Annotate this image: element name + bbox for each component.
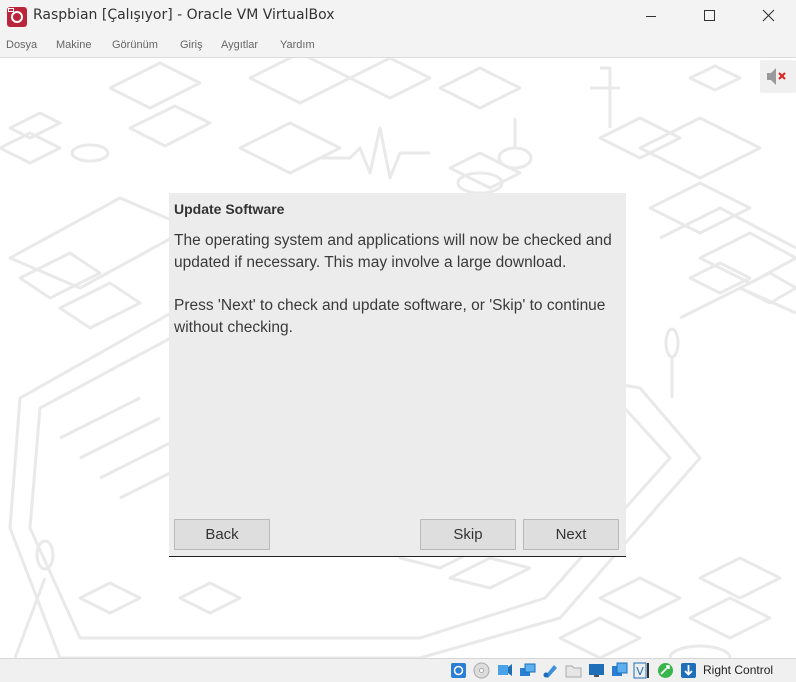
close-icon bbox=[762, 9, 775, 22]
host-key-arrow-icon[interactable] bbox=[680, 662, 697, 679]
skip-button[interactable]: Skip bbox=[420, 519, 516, 550]
svg-text:V: V bbox=[636, 665, 644, 678]
dialog-paragraph-1: The operating system and applications wi… bbox=[174, 232, 612, 271]
update-software-dialog: Update Software The operating system and… bbox=[169, 193, 626, 557]
guest-screen[interactable]: Update Software The operating system and… bbox=[0, 58, 796, 658]
back-button[interactable]: Back bbox=[174, 519, 270, 550]
shared-folders-icon[interactable] bbox=[565, 662, 582, 679]
menu-aygitlar[interactable]: Aygıtlar bbox=[221, 39, 258, 51]
host-key-label: Right Control bbox=[703, 663, 774, 677]
status-bar: V Right Control bbox=[0, 658, 796, 682]
minimize-button[interactable] bbox=[622, 0, 680, 33]
dialog-title: Update Software bbox=[174, 201, 285, 217]
title-bar[interactable]: Raspbian [Çalışıyor] - Oracle VM Virtual… bbox=[0, 0, 796, 33]
audio-icon[interactable] bbox=[496, 662, 513, 679]
usb-icon[interactable] bbox=[542, 662, 559, 679]
menu-giris[interactable]: Giriş bbox=[180, 39, 203, 51]
mouse-integration-icon[interactable] bbox=[657, 662, 674, 679]
network-icon[interactable] bbox=[519, 662, 536, 679]
optical-drive-icon[interactable] bbox=[473, 662, 490, 679]
dialog-paragraph-2: Press 'Next' to check and update softwar… bbox=[174, 297, 606, 336]
maximize-button[interactable] bbox=[680, 0, 738, 33]
maximize-icon bbox=[704, 10, 715, 21]
menu-gorunum[interactable]: Görünüm bbox=[112, 39, 158, 51]
next-button[interactable]: Next bbox=[523, 519, 619, 550]
hard-disk-icon[interactable] bbox=[450, 662, 467, 679]
close-button[interactable] bbox=[738, 0, 796, 33]
speaker-muted-icon bbox=[767, 68, 786, 85]
menu-makine[interactable]: Makine bbox=[56, 39, 91, 51]
audio-muted-button[interactable] bbox=[760, 60, 796, 93]
virtualization-icon[interactable]: V bbox=[632, 662, 649, 679]
minimize-icon bbox=[646, 16, 656, 17]
display-icon[interactable] bbox=[588, 662, 605, 679]
virtualbox-app-icon bbox=[7, 7, 27, 27]
window-title: Raspbian [Çalışıyor] - Oracle VM Virtual… bbox=[33, 7, 335, 23]
menu-bar: Dosya Makine Görünüm Giriş Aygıtlar Yard… bbox=[0, 33, 796, 58]
menu-dosya[interactable]: Dosya bbox=[6, 39, 37, 51]
recording-icon[interactable] bbox=[611, 662, 628, 679]
menu-yardim[interactable]: Yardım bbox=[280, 39, 315, 51]
